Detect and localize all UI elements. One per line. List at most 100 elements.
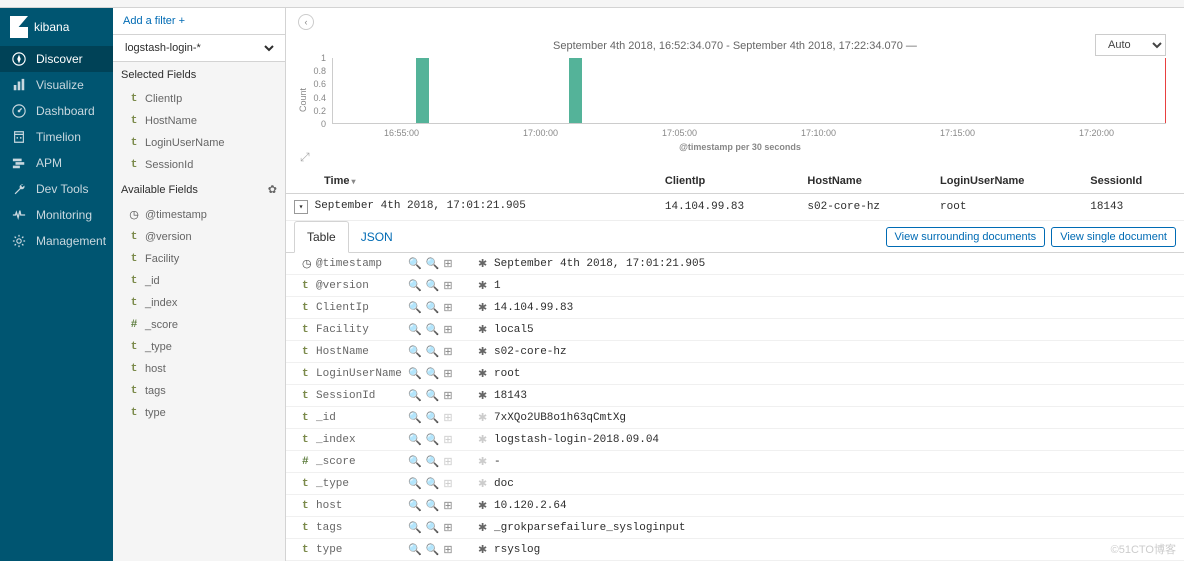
field-item[interactable]: thost <box>113 358 285 380</box>
field-item[interactable]: t_id <box>113 270 285 292</box>
field-item[interactable]: t_index <box>113 292 285 314</box>
sidebar-item-visualize[interactable]: Visualize <box>0 72 113 98</box>
exists-filter-icon[interactable]: ✱ <box>478 367 494 380</box>
field-item[interactable]: ttype <box>113 402 285 424</box>
zoom-out-icon[interactable]: 🔍 <box>426 433 440 446</box>
zoom-in-icon[interactable]: 🔍 <box>408 477 422 490</box>
zoom-in-icon[interactable]: 🔍 <box>408 521 422 534</box>
sidebar-item-apm[interactable]: APM <box>0 150 113 176</box>
field-item[interactable]: t_type <box>113 336 285 358</box>
toggle-column-icon[interactable]: ⊞ <box>443 499 452 512</box>
toggle-column-icon[interactable]: ⊞ <box>443 279 452 292</box>
toggle-column-icon[interactable]: ⊞ <box>443 543 452 556</box>
exists-filter-icon[interactable]: ✱ <box>478 323 494 336</box>
zoom-in-icon[interactable]: 🔍 <box>408 345 422 358</box>
toggle-column-icon[interactable]: ⊞ <box>443 455 452 468</box>
chart-bar[interactable] <box>569 58 582 123</box>
expand-row-button[interactable]: ▾ <box>294 200 308 214</box>
toggle-column-icon[interactable]: ⊞ <box>443 257 452 270</box>
zoom-in-icon[interactable]: 🔍 <box>408 411 422 424</box>
zoom-out-icon[interactable]: 🔍 <box>426 411 440 424</box>
index-pattern-dropdown[interactable]: logstash-login-* <box>121 41 277 55</box>
sidebar-item-discover[interactable]: Discover <box>0 46 113 72</box>
detail-field-name: ClientIp <box>316 302 408 314</box>
exists-filter-icon[interactable]: ✱ <box>478 301 494 314</box>
exists-filter-icon[interactable]: ✱ <box>478 279 494 292</box>
tab-json[interactable]: JSON <box>349 222 405 252</box>
zoom-in-icon[interactable]: 🔍 <box>408 301 422 314</box>
exists-filter-icon[interactable]: ✱ <box>478 345 494 358</box>
toggle-column-icon[interactable]: ⊞ <box>443 411 452 424</box>
field-item[interactable]: tFacility <box>113 248 285 270</box>
toggle-column-icon[interactable]: ⊞ <box>443 345 452 358</box>
col-clientip[interactable]: ClientIp <box>657 169 800 194</box>
histogram-chart[interactable]: Count 00.20.40.60.81 16:55:0017:00:0017:… <box>286 54 1184 146</box>
field-item[interactable]: #_score <box>113 314 285 336</box>
zoom-out-icon[interactable]: 🔍 <box>426 455 440 468</box>
sidebar-item-dashboard[interactable]: Dashboard <box>0 98 113 124</box>
text-type-icon: t <box>302 500 316 512</box>
toggle-column-icon[interactable]: ⊞ <box>443 433 452 446</box>
zoom-in-icon[interactable]: 🔍 <box>408 367 422 380</box>
zoom-out-icon[interactable]: 🔍 <box>426 367 440 380</box>
zoom-in-icon[interactable]: 🔍 <box>408 389 422 402</box>
field-item[interactable]: tLoginUserName <box>113 132 285 154</box>
chart-bar[interactable] <box>416 58 429 123</box>
zoom-out-icon[interactable]: 🔍 <box>426 389 440 402</box>
zoom-in-icon[interactable]: 🔍 <box>408 257 422 270</box>
toggle-column-icon[interactable]: ⊞ <box>443 521 452 534</box>
sidebar-item-devtools[interactable]: Dev Tools <box>0 176 113 202</box>
interval-select[interactable]: Auto <box>1095 34 1166 56</box>
zoom-out-icon[interactable]: 🔍 <box>426 477 440 490</box>
toggle-column-icon[interactable]: ⊞ <box>443 367 452 380</box>
col-loginuser[interactable]: LoginUserName <box>932 169 1082 194</box>
view-surrounding-button[interactable]: View surrounding documents <box>886 227 1046 247</box>
exists-filter-icon[interactable]: ✱ <box>478 543 494 556</box>
collapse-sidebar-button[interactable]: ‹ <box>298 14 314 30</box>
zoom-in-icon[interactable]: 🔍 <box>408 543 422 556</box>
sidebar-item-timelion[interactable]: Timelion <box>0 124 113 150</box>
exists-filter-icon[interactable]: ✱ <box>478 257 494 270</box>
toggle-column-icon[interactable]: ⊞ <box>443 477 452 490</box>
sidebar-item-management[interactable]: Management <box>0 228 113 254</box>
zoom-out-icon[interactable]: 🔍 <box>426 301 440 314</box>
col-time[interactable]: Time▾ <box>286 169 657 194</box>
exists-filter-icon[interactable]: ✱ <box>478 499 494 512</box>
index-pattern-select[interactable]: logstash-login-* <box>113 35 285 62</box>
field-item[interactable]: tClientIp <box>113 88 285 110</box>
field-item[interactable]: t@version <box>113 226 285 248</box>
zoom-out-icon[interactable]: 🔍 <box>426 543 440 556</box>
field-item[interactable]: tHostName <box>113 110 285 132</box>
zoom-in-icon[interactable]: 🔍 <box>408 499 422 512</box>
field-settings-icon[interactable]: ✿ <box>268 183 277 196</box>
exists-filter-icon[interactable]: ✱ <box>478 433 494 446</box>
zoom-out-icon[interactable]: 🔍 <box>426 345 440 358</box>
add-filter-button[interactable]: Add a filter + <box>113 8 285 35</box>
exists-filter-icon[interactable]: ✱ <box>478 521 494 534</box>
zoom-in-icon[interactable]: 🔍 <box>408 433 422 446</box>
zoom-out-icon[interactable]: 🔍 <box>426 323 440 336</box>
sidebar-item-monitoring[interactable]: Monitoring <box>0 202 113 228</box>
toggle-column-icon[interactable]: ⊞ <box>443 389 452 402</box>
exists-filter-icon[interactable]: ✱ <box>478 477 494 490</box>
zoom-out-icon[interactable]: 🔍 <box>426 521 440 534</box>
field-item[interactable]: tSessionId <box>113 154 285 176</box>
col-sessionid[interactable]: SessionId <box>1082 169 1184 194</box>
brand[interactable]: kibana <box>0 8 113 46</box>
zoom-in-icon[interactable]: 🔍 <box>408 455 422 468</box>
tab-table[interactable]: Table <box>294 221 349 253</box>
zoom-out-icon[interactable]: 🔍 <box>426 279 440 292</box>
exists-filter-icon[interactable]: ✱ <box>478 411 494 424</box>
exists-filter-icon[interactable]: ✱ <box>478 389 494 402</box>
toggle-column-icon[interactable]: ⊞ <box>443 301 452 314</box>
view-single-button[interactable]: View single document <box>1051 227 1176 247</box>
field-item[interactable]: ttags <box>113 380 285 402</box>
zoom-in-icon[interactable]: 🔍 <box>408 323 422 336</box>
toggle-column-icon[interactable]: ⊞ <box>443 323 452 336</box>
zoom-in-icon[interactable]: 🔍 <box>408 279 422 292</box>
field-item[interactable]: ◷@timestamp <box>113 203 285 226</box>
zoom-out-icon[interactable]: 🔍 <box>426 499 440 512</box>
exists-filter-icon[interactable]: ✱ <box>478 455 494 468</box>
zoom-out-icon[interactable]: 🔍 <box>426 257 440 270</box>
col-hostname[interactable]: HostName <box>799 169 932 194</box>
